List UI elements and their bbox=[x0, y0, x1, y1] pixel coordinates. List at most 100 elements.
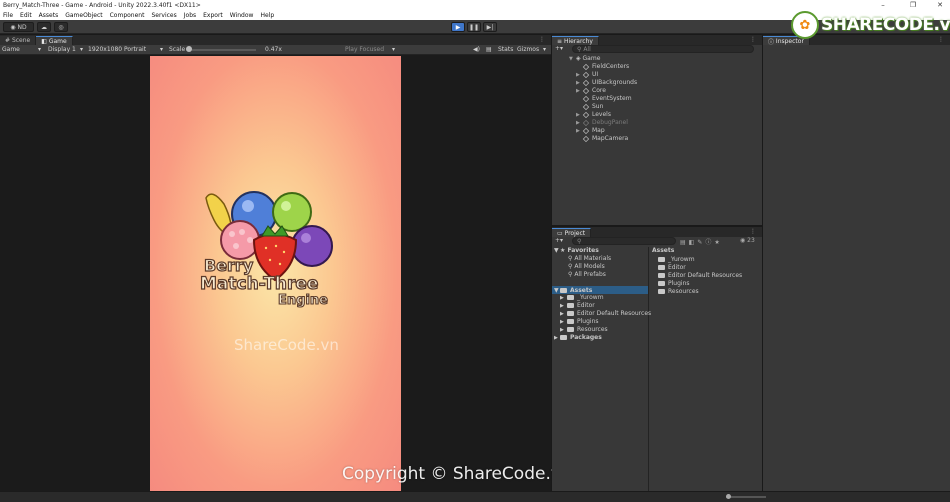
gameobject-icon bbox=[582, 95, 590, 102]
folder-icon bbox=[658, 265, 665, 270]
star-icon: ★ bbox=[560, 247, 568, 254]
project-search-input[interactable]: ⚲ bbox=[572, 237, 676, 245]
favorites-header[interactable]: ▼ ★ Favorites bbox=[554, 247, 599, 254]
display-dropdown[interactable]: Display 1 bbox=[48, 46, 76, 53]
tab-scene[interactable]: # Scene bbox=[0, 36, 37, 45]
menu-export[interactable]: Export bbox=[203, 12, 223, 19]
menu-assets[interactable]: Assets bbox=[39, 12, 59, 19]
chevron-right-icon: ▶ bbox=[560, 302, 564, 309]
panel-menu-icon[interactable]: ⋮ bbox=[750, 228, 759, 235]
menu-edit[interactable]: Edit bbox=[20, 12, 32, 19]
hierarchy-item[interactable]: ▶ Map bbox=[576, 127, 605, 134]
project-assets-view: Assets _Yurowm Editor Editor Default Res… bbox=[650, 247, 762, 491]
stats-icon[interactable]: ▤ bbox=[486, 46, 492, 53]
hierarchy-item[interactable]: FieldCenters bbox=[576, 63, 629, 70]
play-button[interactable]: ▶ bbox=[451, 22, 465, 32]
project-panel: ▭ Project ⋮ +▾ ⚲ ▤◧✎ⓘ★ ◉ 23 ▼ ★ Favorites… bbox=[552, 227, 762, 491]
asset-folder[interactable]: ▶ Editor Default Resources bbox=[560, 310, 651, 317]
chevron-right-icon: ▶ bbox=[560, 318, 564, 325]
scale-slider-handle[interactable] bbox=[186, 46, 192, 52]
asset-folder[interactable]: ▶ Editor bbox=[560, 302, 595, 309]
hierarchy-item[interactable]: ▶ UI bbox=[576, 71, 598, 78]
asset-list-item[interactable]: Editor bbox=[658, 264, 686, 271]
tab-game[interactable]: ◧ Game bbox=[36, 36, 73, 45]
menu-component[interactable]: Component bbox=[110, 12, 145, 19]
favorite-item[interactable]: ⚲ All Prefabs bbox=[568, 271, 606, 278]
folder-icon bbox=[567, 327, 574, 332]
tab-project[interactable]: ▭ Project bbox=[552, 228, 592, 237]
watermark-center: ShareCode.vn bbox=[234, 336, 339, 354]
add-object-button[interactable]: +▾ bbox=[555, 45, 563, 52]
asset-list-item[interactable]: Plugins bbox=[658, 280, 690, 287]
project-filter-icons[interactable]: ▤◧✎ⓘ★ bbox=[680, 237, 723, 246]
asset-list-item[interactable]: Editor Default Resources bbox=[658, 272, 742, 279]
asset-folder[interactable]: ▶ Plugins bbox=[560, 318, 599, 325]
cloud-button[interactable]: ☁ bbox=[37, 22, 51, 32]
play-focused-dropdown[interactable]: Play Focused bbox=[345, 46, 384, 53]
visible-count: ◉ 23 bbox=[740, 237, 755, 244]
hierarchy-item[interactable]: MapCamera bbox=[576, 135, 628, 142]
gameobject-icon bbox=[582, 111, 590, 118]
hierarchy-search-input[interactable]: ⚲ All bbox=[572, 45, 754, 53]
stats-button[interactable]: Stats bbox=[498, 46, 513, 53]
favorite-item[interactable]: ⚲ All Models bbox=[568, 263, 605, 270]
window-titlebar: Berry_Match-Three - Game - Android - Uni… bbox=[0, 0, 950, 10]
scene-root-row[interactable]: ▼ ◈ Game bbox=[569, 55, 600, 62]
sharecode-logo: ✿ SHARECODE.vn bbox=[791, 11, 950, 39]
maximize-icon[interactable]: ❐ bbox=[903, 0, 923, 10]
folder-icon bbox=[658, 289, 665, 294]
berry-logo-art: Berry Match-Three Engine bbox=[199, 191, 333, 309]
menu-services[interactable]: Services bbox=[151, 12, 176, 19]
step-button[interactable]: ▶| bbox=[483, 22, 497, 32]
close-icon[interactable]: ✕ bbox=[930, 0, 950, 10]
asset-folder[interactable]: ▶ Resources bbox=[560, 326, 608, 333]
pause-button[interactable]: ❚❚ bbox=[467, 22, 481, 32]
panel-menu-icon[interactable]: ⋮ bbox=[750, 36, 759, 43]
account-icon: ◉ bbox=[10, 23, 18, 31]
hierarchy-item[interactable]: ▶ Levels bbox=[576, 111, 611, 118]
gizmos-button[interactable]: Gizmos bbox=[517, 46, 539, 53]
hierarchy-icon: ≡ bbox=[557, 37, 564, 45]
create-asset-button[interactable]: +▾ bbox=[555, 237, 563, 244]
scale-slider[interactable] bbox=[186, 46, 256, 52]
game-mode-dropdown[interactable]: Game bbox=[2, 46, 20, 53]
collab-button[interactable]: ◎ bbox=[54, 22, 68, 32]
hierarchy-item[interactable]: ▶ UIBackgrounds bbox=[576, 79, 637, 86]
panel-menu-icon[interactable]: ⋮ bbox=[539, 36, 548, 43]
account-button[interactable]: ◉ ND bbox=[3, 22, 34, 32]
mute-audio-icon[interactable]: ◀) bbox=[473, 46, 480, 53]
assets-root[interactable]: ▼ Assets bbox=[552, 286, 648, 294]
scale-label: Scale bbox=[169, 46, 186, 53]
folder-icon bbox=[560, 287, 567, 293]
folder-icon bbox=[658, 257, 665, 262]
gameobject-icon bbox=[582, 63, 590, 70]
gameobject-icon bbox=[582, 79, 590, 86]
resolution-dropdown[interactable]: 1920x1080 Portrait bbox=[88, 46, 146, 53]
zoom-slider[interactable] bbox=[726, 494, 766, 499]
hierarchy-item-disabled[interactable]: ▶ DebugPanel bbox=[576, 119, 628, 126]
eye-icon: ◉ bbox=[740, 237, 748, 244]
minimize-icon[interactable]: – bbox=[873, 0, 893, 10]
asset-folder[interactable]: ▶ _Yurowm bbox=[560, 294, 604, 301]
hierarchy-item[interactable]: EventSystem bbox=[576, 95, 632, 102]
menu-gameobject[interactable]: GameObject bbox=[65, 12, 102, 19]
asset-list-item[interactable]: _Yurowm bbox=[658, 256, 695, 263]
game-panel: # Scene ◧ Game ⋮ Game ▾ Display 1 ▾ 1920… bbox=[0, 35, 572, 499]
zoom-slider-handle[interactable] bbox=[726, 494, 731, 499]
menu-window[interactable]: Window bbox=[230, 12, 254, 19]
hierarchy-item[interactable]: ▶ Core bbox=[576, 87, 606, 94]
game-screen[interactable]: Berry Match-Three Engine bbox=[150, 56, 401, 499]
favorite-item[interactable]: ⚲ All Materials bbox=[568, 255, 611, 262]
menu-jobs[interactable]: Jobs bbox=[184, 12, 196, 19]
menu-help[interactable]: Help bbox=[260, 12, 274, 19]
folder-icon bbox=[567, 303, 574, 308]
project-tabs: ▭ Project ⋮ bbox=[552, 227, 762, 237]
hierarchy-item[interactable]: Sun bbox=[576, 103, 603, 110]
packages-root[interactable]: ▶ Packages bbox=[554, 334, 602, 341]
asset-list-item[interactable]: Resources bbox=[658, 288, 699, 295]
chevron-down-icon: ▾ bbox=[38, 46, 42, 53]
game-viewport[interactable]: Berry Match-Three Engine ShareCode.vn Co… bbox=[0, 55, 572, 499]
menu-file[interactable]: File bbox=[3, 12, 13, 19]
tab-hierarchy[interactable]: ≡ Hierarchy bbox=[552, 36, 599, 45]
project-tree: ▼ ★ Favorites ⚲ All Materials ⚲ All Model… bbox=[552, 247, 651, 491]
